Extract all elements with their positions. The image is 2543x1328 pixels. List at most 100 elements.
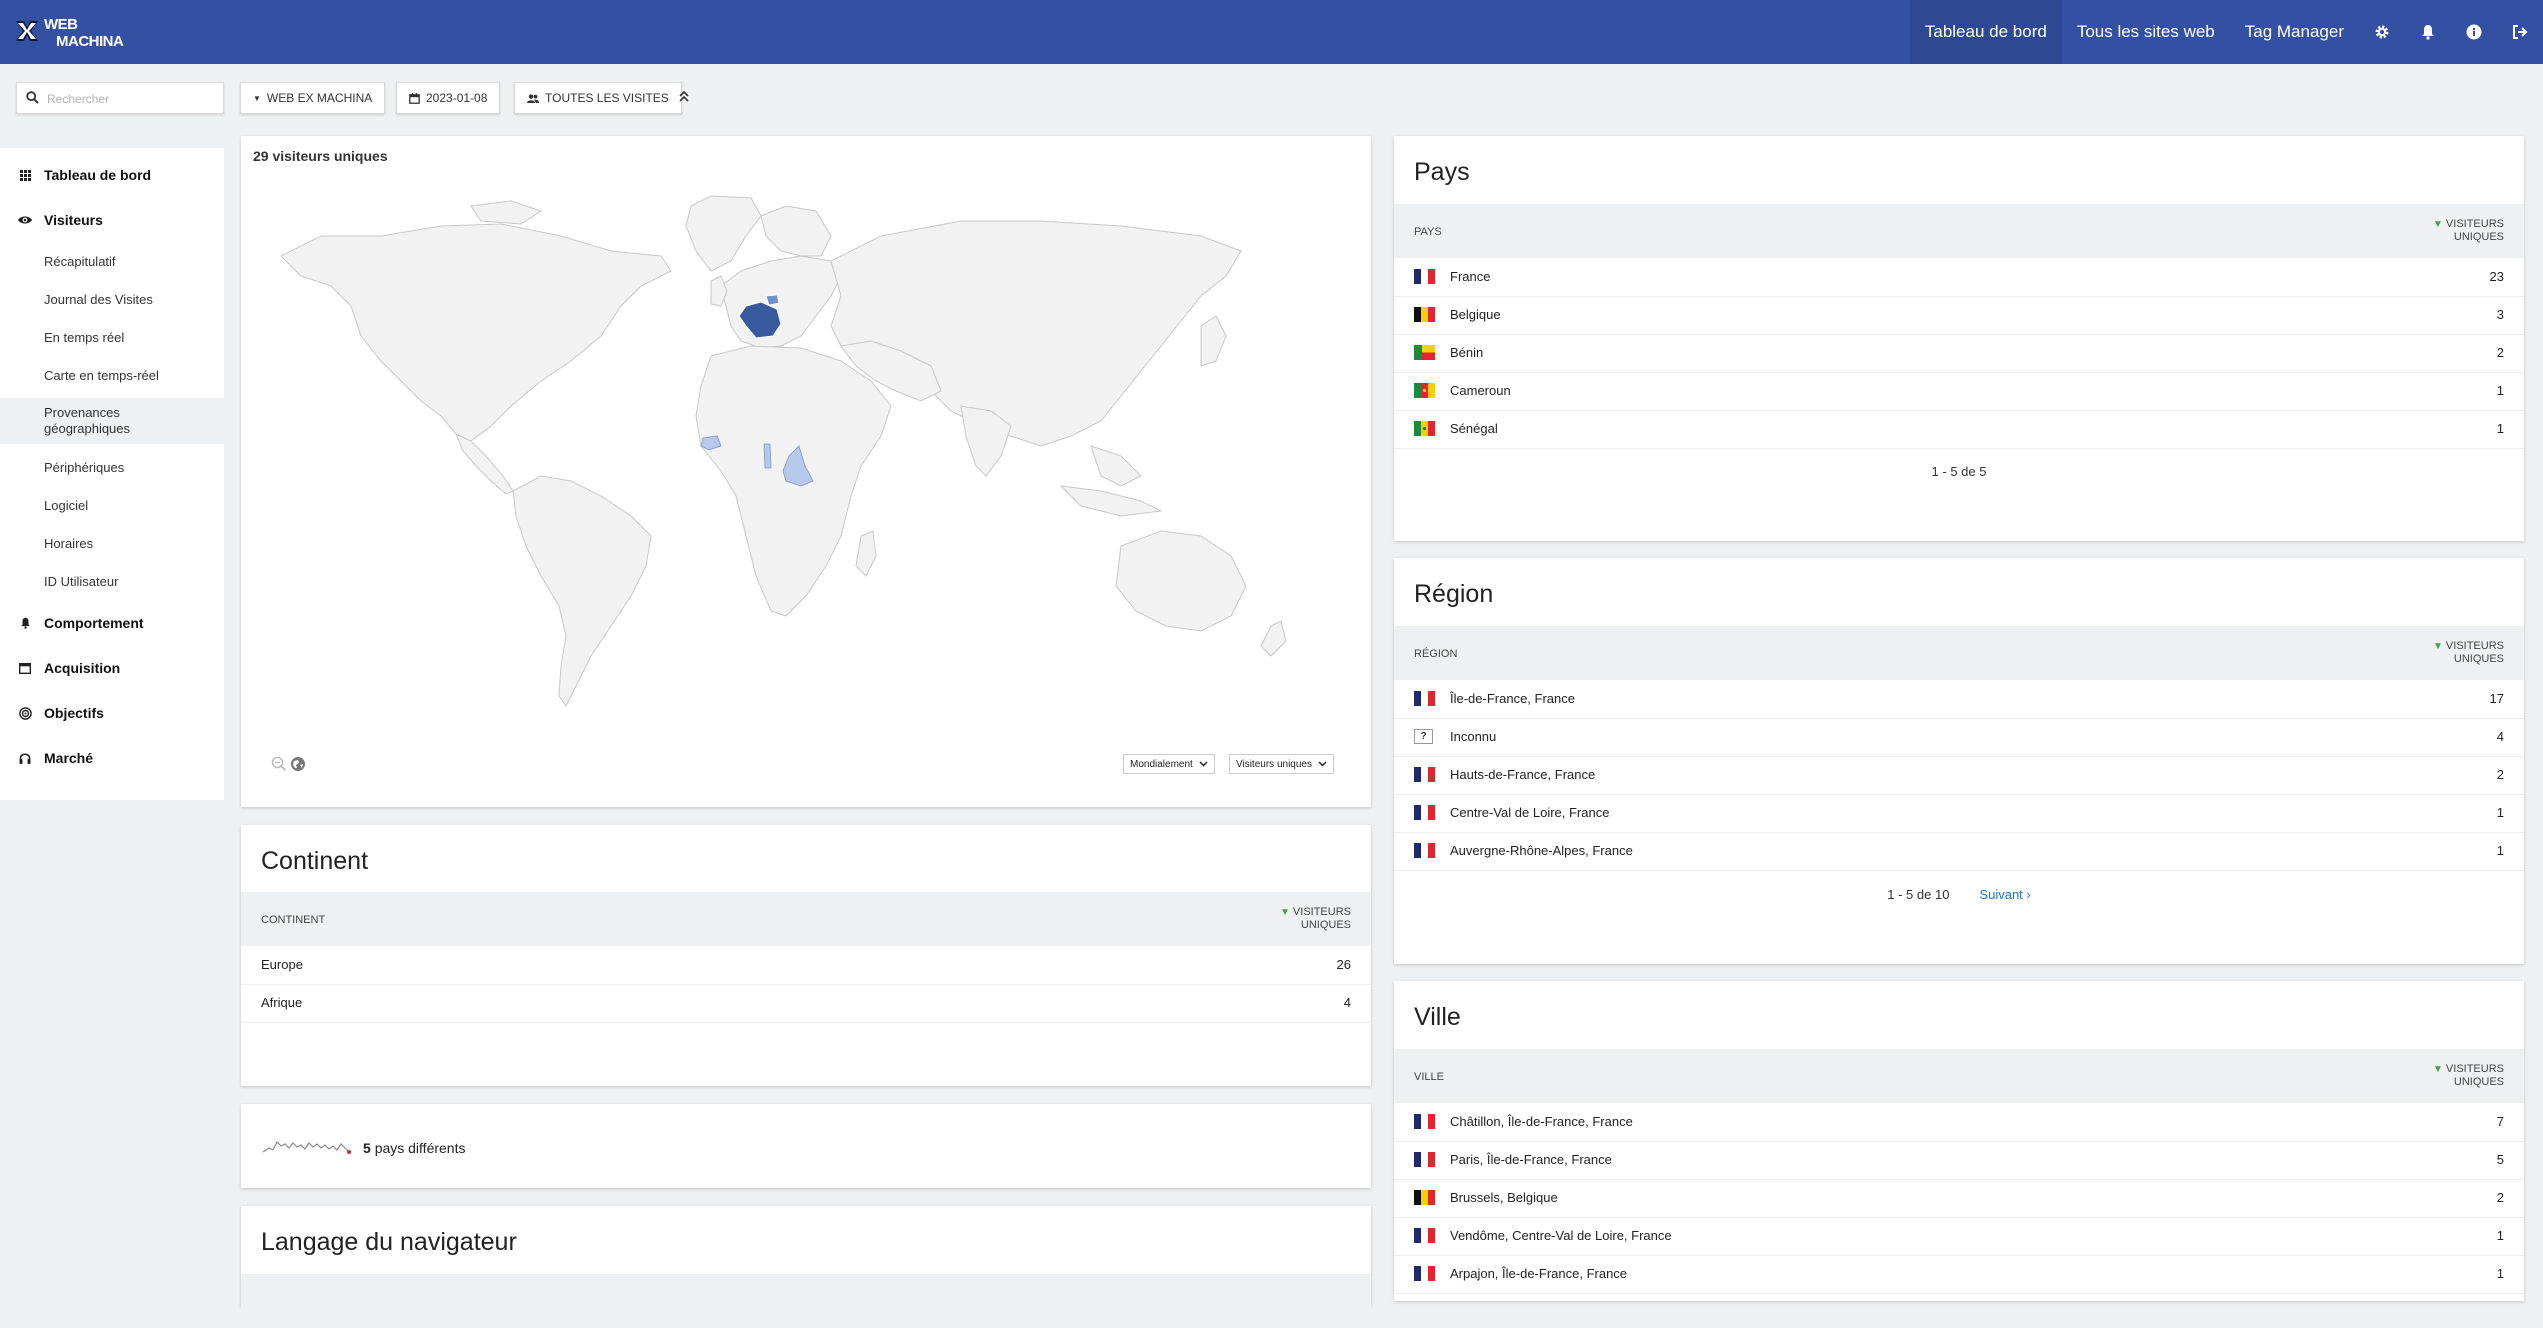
column-header-value[interactable]: ▼ VISITEURS UNIQUES xyxy=(2433,640,2504,665)
countries-count-value: 5 xyxy=(363,1140,371,1156)
row-label: Centre-Val de Loire, France xyxy=(1450,805,1610,820)
table-row[interactable]: Centre-Val de Loire, France 1 xyxy=(1394,794,2524,833)
map-region-scandinavia xyxy=(760,205,832,257)
world-map[interactable] xyxy=(241,176,1371,736)
sidebar-item-comportement[interactable]: Comportement xyxy=(0,608,224,638)
column-header-value[interactable]: ▼ VISITEURS UNIQUES xyxy=(1280,906,1351,931)
sidebar-item-provenances-geographiques[interactable]: Provenances géographiques xyxy=(0,398,224,444)
chevron-down-icon xyxy=(1199,761,1208,767)
pagination: 1 - 5 de 10 Suivant › xyxy=(1394,887,2524,902)
target-icon xyxy=(18,706,32,720)
city-widget: Ville VILLE ▼ VISITEURS UNIQUES Châtillon,… xyxy=(1394,981,2524,1301)
table-row[interactable]: Paris, Île-de-France, France 5 xyxy=(1394,1141,2524,1180)
pagination-next-link[interactable]: Suivant › xyxy=(1979,887,2030,902)
column-header-label[interactable]: PAYS xyxy=(1414,226,1442,238)
row-value: 5 xyxy=(2496,1152,2504,1167)
table-row[interactable]: Arpajon, Île-de-France, France 1 xyxy=(1394,1255,2524,1294)
nav-tous-les-sites-web[interactable]: Tous les sites web xyxy=(2062,0,2230,64)
map-region-japan xyxy=(1200,315,1227,367)
pagination-range: 1 - 5 de 10 xyxy=(1887,887,1950,902)
map-region-asia xyxy=(830,220,1242,447)
sidebar-subitem-label: Périphériques xyxy=(44,459,125,475)
column-header-value[interactable]: ▼ VISITEURS UNIQUES xyxy=(2433,218,2504,243)
flag-france-icon xyxy=(1414,767,1435,782)
table-row[interactable]: Afrique 4 xyxy=(241,984,1371,1023)
sort-desc-icon: ▼ xyxy=(2433,219,2443,230)
map-metric-select[interactable]: Visiteurs uniques xyxy=(1229,754,1334,774)
table-row[interactable]: Europe 26 xyxy=(241,946,1371,985)
sidebar-subitem-label: ID Utilisateur xyxy=(44,573,119,589)
table-row[interactable]: Cameroun 1 xyxy=(1394,372,2524,411)
brand-logo[interactable]: WEB MACHINA xyxy=(14,14,124,52)
table-row[interactable]: Châtillon, Île-de-France, France 7 xyxy=(1394,1103,2524,1142)
sparkline[interactable] xyxy=(263,1134,355,1158)
sidebar-item-journal-des-visites[interactable]: Journal des Visites xyxy=(0,284,224,314)
row-value: 2 xyxy=(2496,767,2504,782)
sidebar-item-objectifs[interactable]: Objectifs xyxy=(0,698,224,728)
sidebar-subitem-label: Horaires xyxy=(44,535,94,551)
sidebar-item-logiciel[interactable]: Logiciel xyxy=(0,490,224,520)
site-selector[interactable]: ▼ WEB EX MACHINA xyxy=(240,82,386,114)
world-view-icon[interactable] xyxy=(290,756,306,772)
sidebar-item-en-temps-reel[interactable]: En temps réel xyxy=(0,322,224,352)
sidebar: Tableau de bord Visiteurs Récapitulatif … xyxy=(0,148,224,800)
search-box[interactable] xyxy=(16,82,224,114)
browser-language-widget: Langage du navigateur xyxy=(241,1206,1371,1328)
sidebar-item-tableau-de-bord[interactable]: Tableau de bord xyxy=(0,160,224,190)
segment-selector-label: TOUTES LES VISITES xyxy=(545,91,669,105)
sidebar-item-id-utilisateur[interactable]: ID Utilisateur xyxy=(0,566,224,596)
table-header xyxy=(241,1274,1371,1328)
sidebar-item-carte-en-temps-reel[interactable]: Carte en temps-réel xyxy=(0,360,224,390)
search-input[interactable] xyxy=(45,89,219,109)
column-header-label[interactable]: CONTINENT xyxy=(261,914,325,926)
dashboard-icon xyxy=(18,168,32,182)
help-button[interactable] xyxy=(2451,0,2497,64)
sidebar-item-visiteurs[interactable]: Visiteurs xyxy=(0,205,224,235)
table-row[interactable]: Hauts-de-France, France 2 xyxy=(1394,756,2524,795)
table-row[interactable]: Auvergne-Rhône-Alpes, France 1 xyxy=(1394,832,2524,871)
column-header-label[interactable]: VILLE xyxy=(1414,1071,1444,1083)
zoom-out-icon[interactable] xyxy=(271,756,287,772)
sidebar-item-peripheriques[interactable]: Périphériques xyxy=(0,452,224,482)
notifications-button[interactable] xyxy=(2405,0,2451,64)
map-region-south-america xyxy=(512,475,652,707)
widget-title: Langage du navigateur xyxy=(261,1228,517,1256)
sidebar-item-horaires[interactable]: Horaires xyxy=(0,528,224,558)
column-header-line2: UNIQUES xyxy=(1300,919,1351,931)
row-value: 4 xyxy=(1343,995,1351,1010)
logout-button[interactable] xyxy=(2497,0,2543,64)
sort-desc-icon: ▼ xyxy=(2433,1064,2443,1075)
table-row[interactable]: Vendôme, Centre-Val de Loire, France 1 xyxy=(1394,1217,2524,1256)
table-row[interactable]: Belgique 3 xyxy=(1394,296,2524,335)
flag-cameroon-icon xyxy=(1414,383,1435,398)
sidebar-item-label: Tableau de bord xyxy=(44,167,152,183)
widget-title: Pays xyxy=(1414,158,1470,186)
table-row[interactable]: Île-de-France, France 17 xyxy=(1394,680,2524,719)
collapse-toolbar-icon[interactable] xyxy=(676,88,692,106)
table-header: PAYS ▼ VISITEURS UNIQUES xyxy=(1394,204,2524,258)
sidebar-item-acquisition[interactable]: Acquisition xyxy=(0,653,224,683)
table-row[interactable]: Bénin 2 xyxy=(1394,334,2524,373)
nav-tag-manager[interactable]: Tag Manager xyxy=(2230,0,2359,64)
segment-selector[interactable]: TOUTES LES VISITES xyxy=(514,82,682,114)
table-header: CONTINENT ▼ VISITEURS UNIQUES xyxy=(241,892,1371,946)
column-header-line1: VISITEURS xyxy=(2445,1063,2504,1075)
table-row[interactable]: Brussels, Belgique 2 xyxy=(1394,1179,2524,1218)
column-header-label[interactable]: RÉGION xyxy=(1414,648,1457,660)
sidebar-subitem-label: Carte en temps-réel xyxy=(44,367,159,383)
sidebar-item-marche[interactable]: Marché xyxy=(0,743,224,773)
table-row[interactable]: ? Inconnu 4 xyxy=(1394,718,2524,757)
table-row[interactable]: Sénégal 1 xyxy=(1394,410,2524,449)
date-selector[interactable]: 2023-01-08 xyxy=(396,82,501,114)
brand-line-1: WEB xyxy=(44,16,78,33)
row-value: 26 xyxy=(1336,957,1351,972)
sidebar-item-recapitulatif[interactable]: Récapitulatif xyxy=(0,246,224,276)
map-region-new-zealand xyxy=(1260,620,1287,657)
settings-button[interactable] xyxy=(2359,0,2405,64)
column-header-value[interactable]: ▼ VISITEURS UNIQUES xyxy=(2433,1063,2504,1088)
table-row[interactable]: France 23 xyxy=(1394,258,2524,297)
caret-down-icon: ▼ xyxy=(253,93,261,103)
row-value: 1 xyxy=(2496,383,2504,398)
nav-tableau-de-bord[interactable]: Tableau de bord xyxy=(1909,0,2062,64)
map-region-select[interactable]: Mondialement xyxy=(1123,754,1215,774)
